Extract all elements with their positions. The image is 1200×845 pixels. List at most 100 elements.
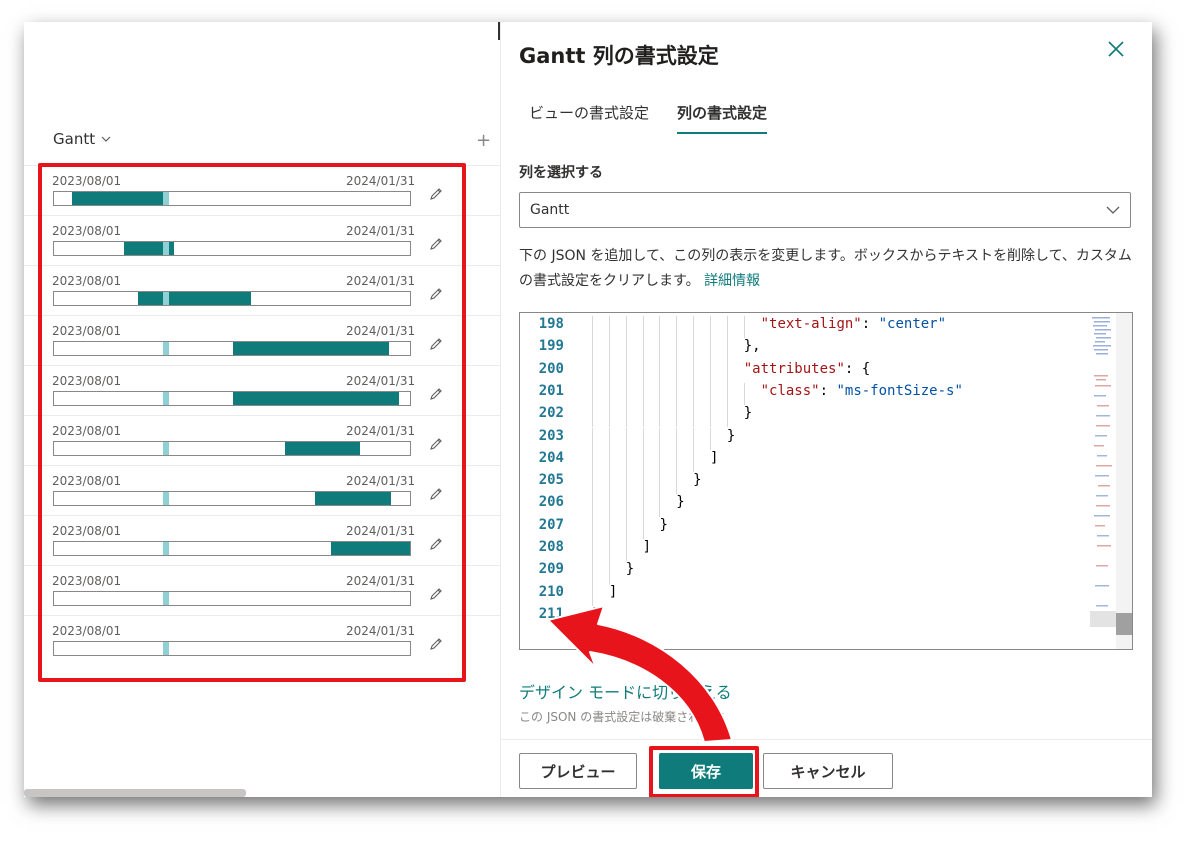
code-token: ] xyxy=(710,449,719,466)
highlight-box-list xyxy=(38,163,466,682)
screenshot-window: Gantt + 2023/08/01 2024/01/31 2023/08/01 20… xyxy=(24,22,1152,797)
close-icon[interactable] xyxy=(1107,40,1125,58)
tab-column-format[interactable]: 列の書式設定 xyxy=(677,102,768,134)
code-text: } xyxy=(676,494,684,510)
column-select[interactable]: Gantt xyxy=(519,192,1131,228)
indent-guide xyxy=(726,360,728,383)
code-token: ] xyxy=(608,583,618,600)
indent-guide xyxy=(592,360,593,383)
indent-guide xyxy=(743,382,745,406)
code-text: "attributes": { xyxy=(744,361,870,377)
indent-guide xyxy=(625,360,627,383)
indent-guide xyxy=(659,316,661,339)
indent-guide xyxy=(592,316,593,339)
editor-scroll-thumb[interactable] xyxy=(1116,613,1132,635)
description-text: 下の JSON を追加して、この列の表示を変更します。ボックスからテキストを削除… xyxy=(519,248,1132,289)
indent-guide xyxy=(726,382,728,406)
indent-guide xyxy=(676,382,678,406)
indent-guide xyxy=(659,382,661,406)
cancel-button[interactable]: キャンセル xyxy=(763,753,893,789)
indent-guide xyxy=(592,583,593,606)
horizontal-scrollbar[interactable] xyxy=(24,789,246,797)
indent-guide xyxy=(592,338,593,361)
code-text: ] xyxy=(643,539,651,555)
line-number: 199 xyxy=(538,338,564,355)
indent-guide xyxy=(625,539,627,562)
indent-guide xyxy=(625,427,627,450)
code-token: "class" xyxy=(760,382,820,399)
indent-guide xyxy=(592,449,593,473)
indent-guide xyxy=(693,449,695,473)
indent-guide xyxy=(625,472,627,495)
indent-guide xyxy=(642,472,644,495)
line-number: 202 xyxy=(538,405,564,422)
indent-guide xyxy=(642,427,644,450)
indent-guide xyxy=(659,427,661,450)
code-text: ] xyxy=(710,450,718,466)
line-number: 208 xyxy=(538,539,564,555)
indent-guide xyxy=(659,405,661,428)
indent-guide xyxy=(608,516,610,539)
code-text: ] xyxy=(609,584,617,600)
indent-guide xyxy=(642,405,644,428)
code-token: } xyxy=(625,561,635,578)
code-token: "attributes" xyxy=(743,360,845,377)
tab-bar: ビューの書式設定 列の書式設定 xyxy=(529,102,768,134)
code-text: } xyxy=(744,405,752,421)
chevron-down-icon xyxy=(101,136,111,142)
line-number: 198 xyxy=(538,316,564,332)
indent-guide xyxy=(608,316,610,339)
code-line: 204] xyxy=(520,449,1132,473)
indent-guide xyxy=(642,494,644,517)
line-number: 207 xyxy=(538,516,564,533)
editor-scrollbar[interactable] xyxy=(1116,313,1132,649)
line-number: 209 xyxy=(538,561,564,578)
indent-guide xyxy=(693,382,695,406)
indent-guide xyxy=(592,561,593,584)
indent-guide xyxy=(743,316,745,339)
indent-guide xyxy=(592,516,593,539)
line-number: 210 xyxy=(538,583,564,600)
code-token: } xyxy=(592,605,601,622)
indent-guide xyxy=(693,338,695,361)
indent-guide xyxy=(693,360,695,383)
preview-button[interactable]: プレビュー xyxy=(519,753,637,789)
switch-note: この JSON の書式設定は破棄されます xyxy=(519,710,725,724)
indent-guide xyxy=(676,405,678,428)
line-number: 204 xyxy=(538,449,564,466)
indent-guide xyxy=(625,449,627,473)
format-panel: Gantt 列の書式設定 ビューの書式設定 列の書式設定 列を選択する Gant… xyxy=(500,22,1152,797)
indent-guide xyxy=(659,360,661,383)
code-line: 208] xyxy=(520,539,1132,562)
code-token: "center" xyxy=(878,316,947,332)
indent-guide xyxy=(726,316,728,339)
code-line: 202} xyxy=(520,405,1132,428)
tab-view-format[interactable]: ビューの書式設定 xyxy=(529,102,649,134)
indent-guide xyxy=(676,472,678,495)
code-line: 211} xyxy=(520,606,1132,628)
indent-guide xyxy=(625,316,627,339)
description: 下の JSON を追加して、この列の表示を変更します。ボックスからテキストを削除… xyxy=(519,244,1135,294)
switch-design-mode-link[interactable]: デザイン モードに切り替える xyxy=(519,679,732,703)
indent-guide xyxy=(693,405,695,428)
editor-minimap[interactable] xyxy=(1090,315,1116,633)
plus-icon[interactable]: + xyxy=(476,130,491,151)
indent-guide xyxy=(592,472,593,495)
indent-guide xyxy=(676,449,678,473)
indent-guide xyxy=(726,405,728,428)
learn-more-link[interactable]: 詳細情報 xyxy=(704,273,760,289)
code-text: "class": "ms-fontSize-s" xyxy=(761,383,963,399)
code-text: } xyxy=(659,517,667,533)
indent-guide xyxy=(710,316,712,339)
code-token: : xyxy=(819,382,837,399)
line-number: 203 xyxy=(538,427,564,444)
indent-guide xyxy=(608,539,610,562)
json-code-editor[interactable]: 198 "text-align": "center" 199}, 200 "attrib… xyxy=(519,312,1133,650)
select-column-label: 列を選択する xyxy=(519,165,603,181)
gantt-column-header[interactable]: Gantt xyxy=(53,130,111,148)
indent-guide xyxy=(592,494,593,517)
code-line: 207} xyxy=(520,516,1132,539)
indent-guide xyxy=(608,338,610,361)
code-text: } xyxy=(592,606,600,622)
line-number: 206 xyxy=(538,494,564,511)
